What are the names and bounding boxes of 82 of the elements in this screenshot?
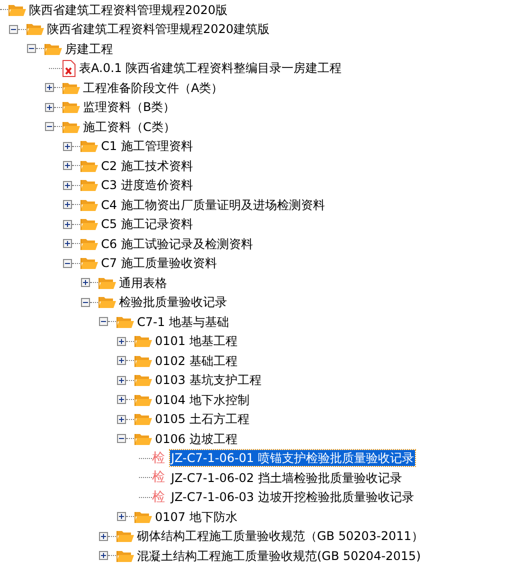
folder-icon <box>116 548 134 563</box>
folder-icon <box>134 510 152 524</box>
expand-icon[interactable] <box>63 239 72 248</box>
expand-icon[interactable] <box>63 161 72 170</box>
folder-icon <box>80 158 98 173</box>
folder-icon <box>62 80 80 95</box>
expand-icon[interactable] <box>117 376 126 385</box>
tree-item[interactable]: JZ-C7-1-06-02 挡土墙检验批质量验收记录 <box>170 470 403 486</box>
tree-item[interactable]: 0107 地下防水 <box>154 508 238 525</box>
expand-icon[interactable] <box>63 200 72 210</box>
folder-icon <box>134 392 152 407</box>
folder-icon <box>80 178 98 192</box>
tree-item[interactable]: C7-1 地基与基础 <box>136 314 230 330</box>
collapse-icon[interactable] <box>99 317 108 326</box>
tree-item[interactable]: JZ-C7-1-06-01 喷锚支护检验批质量验收记录 <box>170 450 415 466</box>
expand-icon[interactable] <box>63 220 72 229</box>
tree-item[interactable]: C7 施工质量验收资料 <box>100 255 218 272</box>
tree-item[interactable]: 工程准备阶段文件（A类） <box>82 80 224 96</box>
folder-icon <box>80 198 98 212</box>
tree-item[interactable]: 0103 基坑支护工程 <box>154 372 262 388</box>
tree-item[interactable]: 砌体结构工程施工质量验收规范（GB 50203-2011） <box>136 528 424 544</box>
folder-icon <box>98 276 116 290</box>
folder-icon <box>134 354 152 368</box>
document-error-icon <box>62 60 76 77</box>
expand-icon[interactable] <box>117 336 126 346</box>
tree-item[interactable]: 通用表格 <box>118 274 168 291</box>
tree-item[interactable]: 混凝土结构工程施工质量验收规范(GB 50204-2015) <box>136 548 422 564</box>
tree-item[interactable]: 施工资料（C类） <box>82 118 176 135</box>
collapse-icon[interactable] <box>63 258 72 268</box>
folder-icon <box>134 412 152 426</box>
tree-item[interactable]: 陕西省建筑工程资料管理规程2020建筑版 <box>46 21 271 38</box>
folder-icon <box>80 139 98 154</box>
tree-item[interactable]: C4 施工物资出厂质量证明及进场检测资料 <box>100 196 326 213</box>
collapse-icon[interactable] <box>9 24 18 34</box>
folder-icon <box>44 42 62 56</box>
expand-icon[interactable] <box>63 180 72 190</box>
expand-icon[interactable] <box>99 532 108 541</box>
folder-icon <box>80 256 98 270</box>
folder-icon <box>62 100 80 114</box>
expand-icon[interactable] <box>117 512 126 522</box>
form-icon: 检 <box>152 490 168 504</box>
expand-icon[interactable] <box>63 142 72 151</box>
expand-icon[interactable] <box>81 278 90 288</box>
tree-item[interactable]: 表A.0.1 陕西省建筑工程资料整编目录一房建工程 <box>78 60 343 76</box>
folder-icon <box>62 120 80 134</box>
folder-icon <box>134 432 152 446</box>
tree-item[interactable]: JZ-C7-1-06-03 边坡开挖检验批质量验收记录 <box>170 489 415 506</box>
tree-item[interactable]: 0101 地基工程 <box>154 333 238 350</box>
expand-icon[interactable] <box>45 102 54 112</box>
expand-icon[interactable] <box>45 83 54 92</box>
folder-icon <box>26 22 44 36</box>
folder-icon <box>8 2 26 17</box>
tree-item[interactable]: C5 施工记录资料 <box>100 216 194 232</box>
tree-item[interactable]: 0105 土石方工程 <box>154 411 250 428</box>
collapse-icon[interactable] <box>45 122 54 132</box>
tree-item[interactable]: C3 进度造价资料 <box>100 177 194 194</box>
tree-item[interactable]: 0104 地下水控制 <box>154 392 250 408</box>
folder-icon <box>80 217 98 232</box>
collapse-icon[interactable] <box>27 44 36 54</box>
collapse-icon[interactable] <box>117 434 126 444</box>
tree-item[interactable]: 0102 基础工程 <box>154 352 238 369</box>
expand-icon[interactable] <box>117 414 126 424</box>
folder-icon <box>116 529 134 544</box>
tree-item[interactable]: 监理资料（B类） <box>82 99 176 116</box>
tree-item[interactable]: C1 施工管理资料 <box>100 138 194 154</box>
expand-icon[interactable] <box>117 356 126 366</box>
tree-item[interactable]: 检验批质量验收记录 <box>118 294 228 310</box>
tree-item[interactable]: 陕西省建筑工程资料管理规程2020版 <box>28 2 229 18</box>
folder-icon <box>80 236 98 251</box>
tree-item[interactable]: C6 施工试验记录及检测资料 <box>100 236 254 252</box>
form-icon: 检 <box>152 452 168 465</box>
tree-item[interactable]: 房建工程 <box>64 40 114 57</box>
folder-icon <box>134 334 152 348</box>
expand-icon[interactable] <box>99 551 108 560</box>
tree-item[interactable]: C2 施工技术资料 <box>100 158 194 174</box>
folder-icon <box>134 373 152 388</box>
form-icon: 检 <box>152 471 168 484</box>
folder-icon <box>116 314 134 329</box>
folder-icon <box>98 295 116 310</box>
expand-icon[interactable] <box>117 395 126 404</box>
tree-item[interactable]: 0106 边坡工程 <box>154 430 238 447</box>
collapse-icon[interactable] <box>81 298 90 307</box>
